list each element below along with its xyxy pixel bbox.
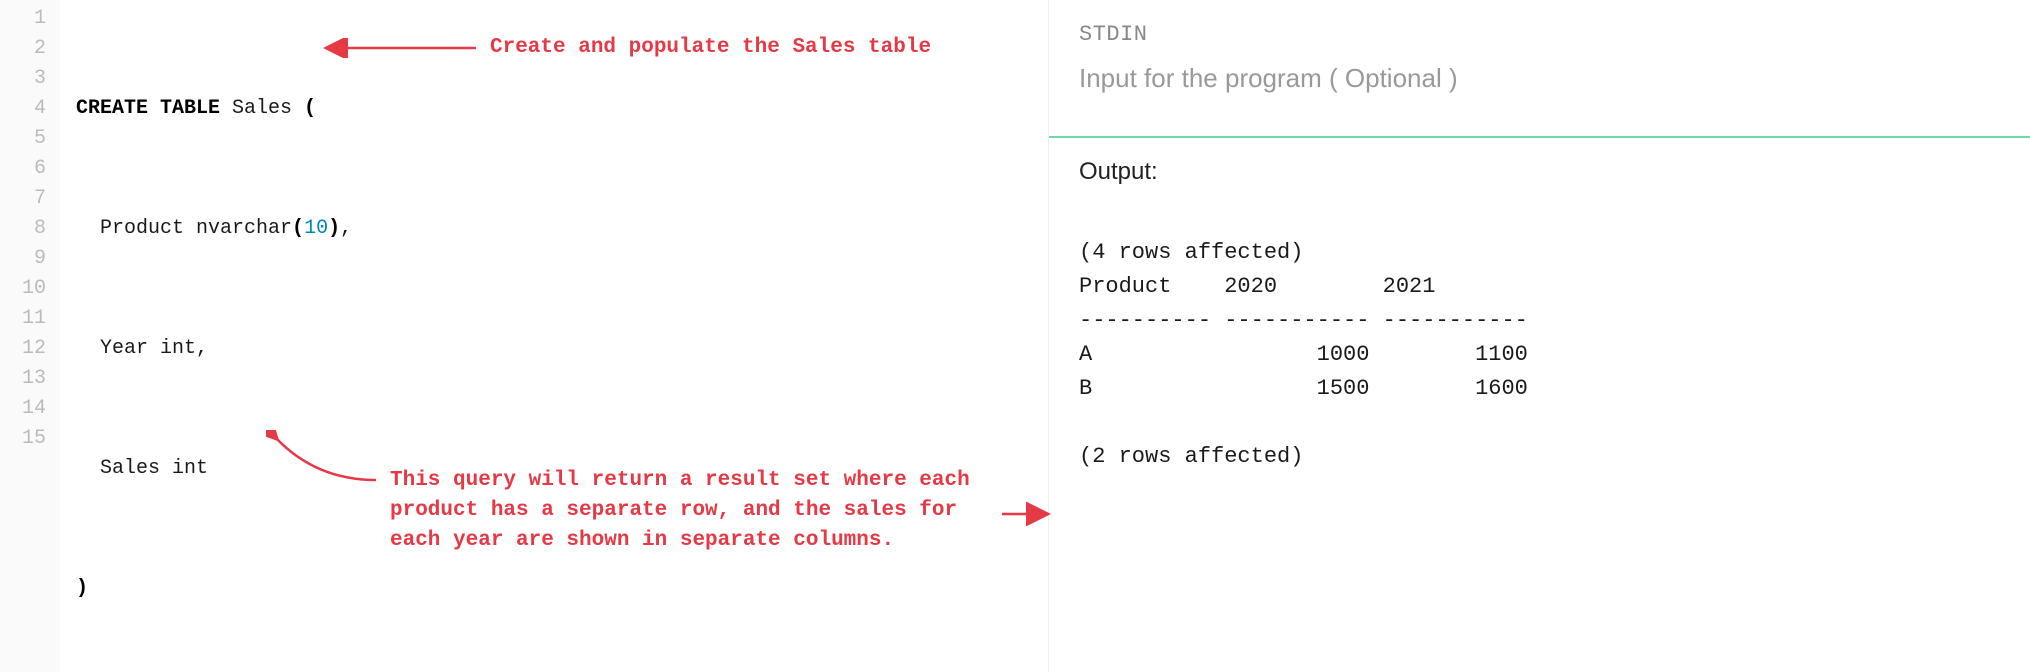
app-root: 1 2 3 4 5 6 7 8 9 10 11 12 13 14 15 CREA… [0, 0, 2030, 672]
code-line[interactable]: ) [60, 574, 1048, 604]
paren: ) [76, 577, 88, 600]
text: Product nvarchar [76, 217, 292, 240]
stdin-input[interactable] [1079, 61, 2000, 96]
line-number: 7 [0, 184, 60, 214]
number: 10 [304, 217, 328, 240]
keyword: CREATE TABLE [76, 97, 220, 120]
line-number: 10 [0, 274, 60, 304]
paren: ( [304, 97, 316, 120]
line-number: 15 [0, 424, 60, 454]
line-number: 12 [0, 334, 60, 364]
text: , [340, 217, 352, 240]
code-line[interactable]: Year int, [60, 334, 1048, 364]
code-editor[interactable]: 1 2 3 4 5 6 7 8 9 10 11 12 13 14 15 CREA… [0, 0, 1048, 672]
line-number: 9 [0, 244, 60, 274]
code-line[interactable]: Product nvarchar(10), [60, 214, 1048, 244]
paren: ) [328, 217, 340, 240]
output-label: Output: [1079, 158, 2000, 186]
line-number: 1 [0, 4, 60, 34]
paren: ( [292, 217, 304, 240]
line-number: 8 [0, 214, 60, 244]
output-section: Output: (4 rows affected) Product 2020 2… [1049, 138, 2030, 494]
text: Year int, [76, 337, 208, 360]
stdin-label: STDIN [1079, 22, 2000, 47]
line-number-gutter: 1 2 3 4 5 6 7 8 9 10 11 12 13 14 15 [0, 0, 60, 672]
code-line[interactable]: Sales int [60, 454, 1048, 484]
io-panel: STDIN Output: (4 rows affected) Product … [1048, 0, 2030, 672]
output-text: (4 rows affected) Product 2020 2021 ----… [1079, 236, 2000, 474]
line-number: 6 [0, 154, 60, 184]
line-number: 13 [0, 364, 60, 394]
text: Sales [220, 97, 304, 120]
line-number: 11 [0, 304, 60, 334]
code-line[interactable]: CREATE TABLE Sales ( [60, 94, 1048, 124]
code-content[interactable]: CREATE TABLE Sales ( Product nvarchar(10… [60, 4, 1048, 672]
line-number: 4 [0, 94, 60, 124]
line-number: 3 [0, 64, 60, 94]
text: Sales int [76, 457, 208, 480]
line-number: 5 [0, 124, 60, 154]
line-number: 14 [0, 394, 60, 424]
stdin-section: STDIN [1049, 0, 2030, 136]
line-number: 2 [0, 34, 60, 64]
